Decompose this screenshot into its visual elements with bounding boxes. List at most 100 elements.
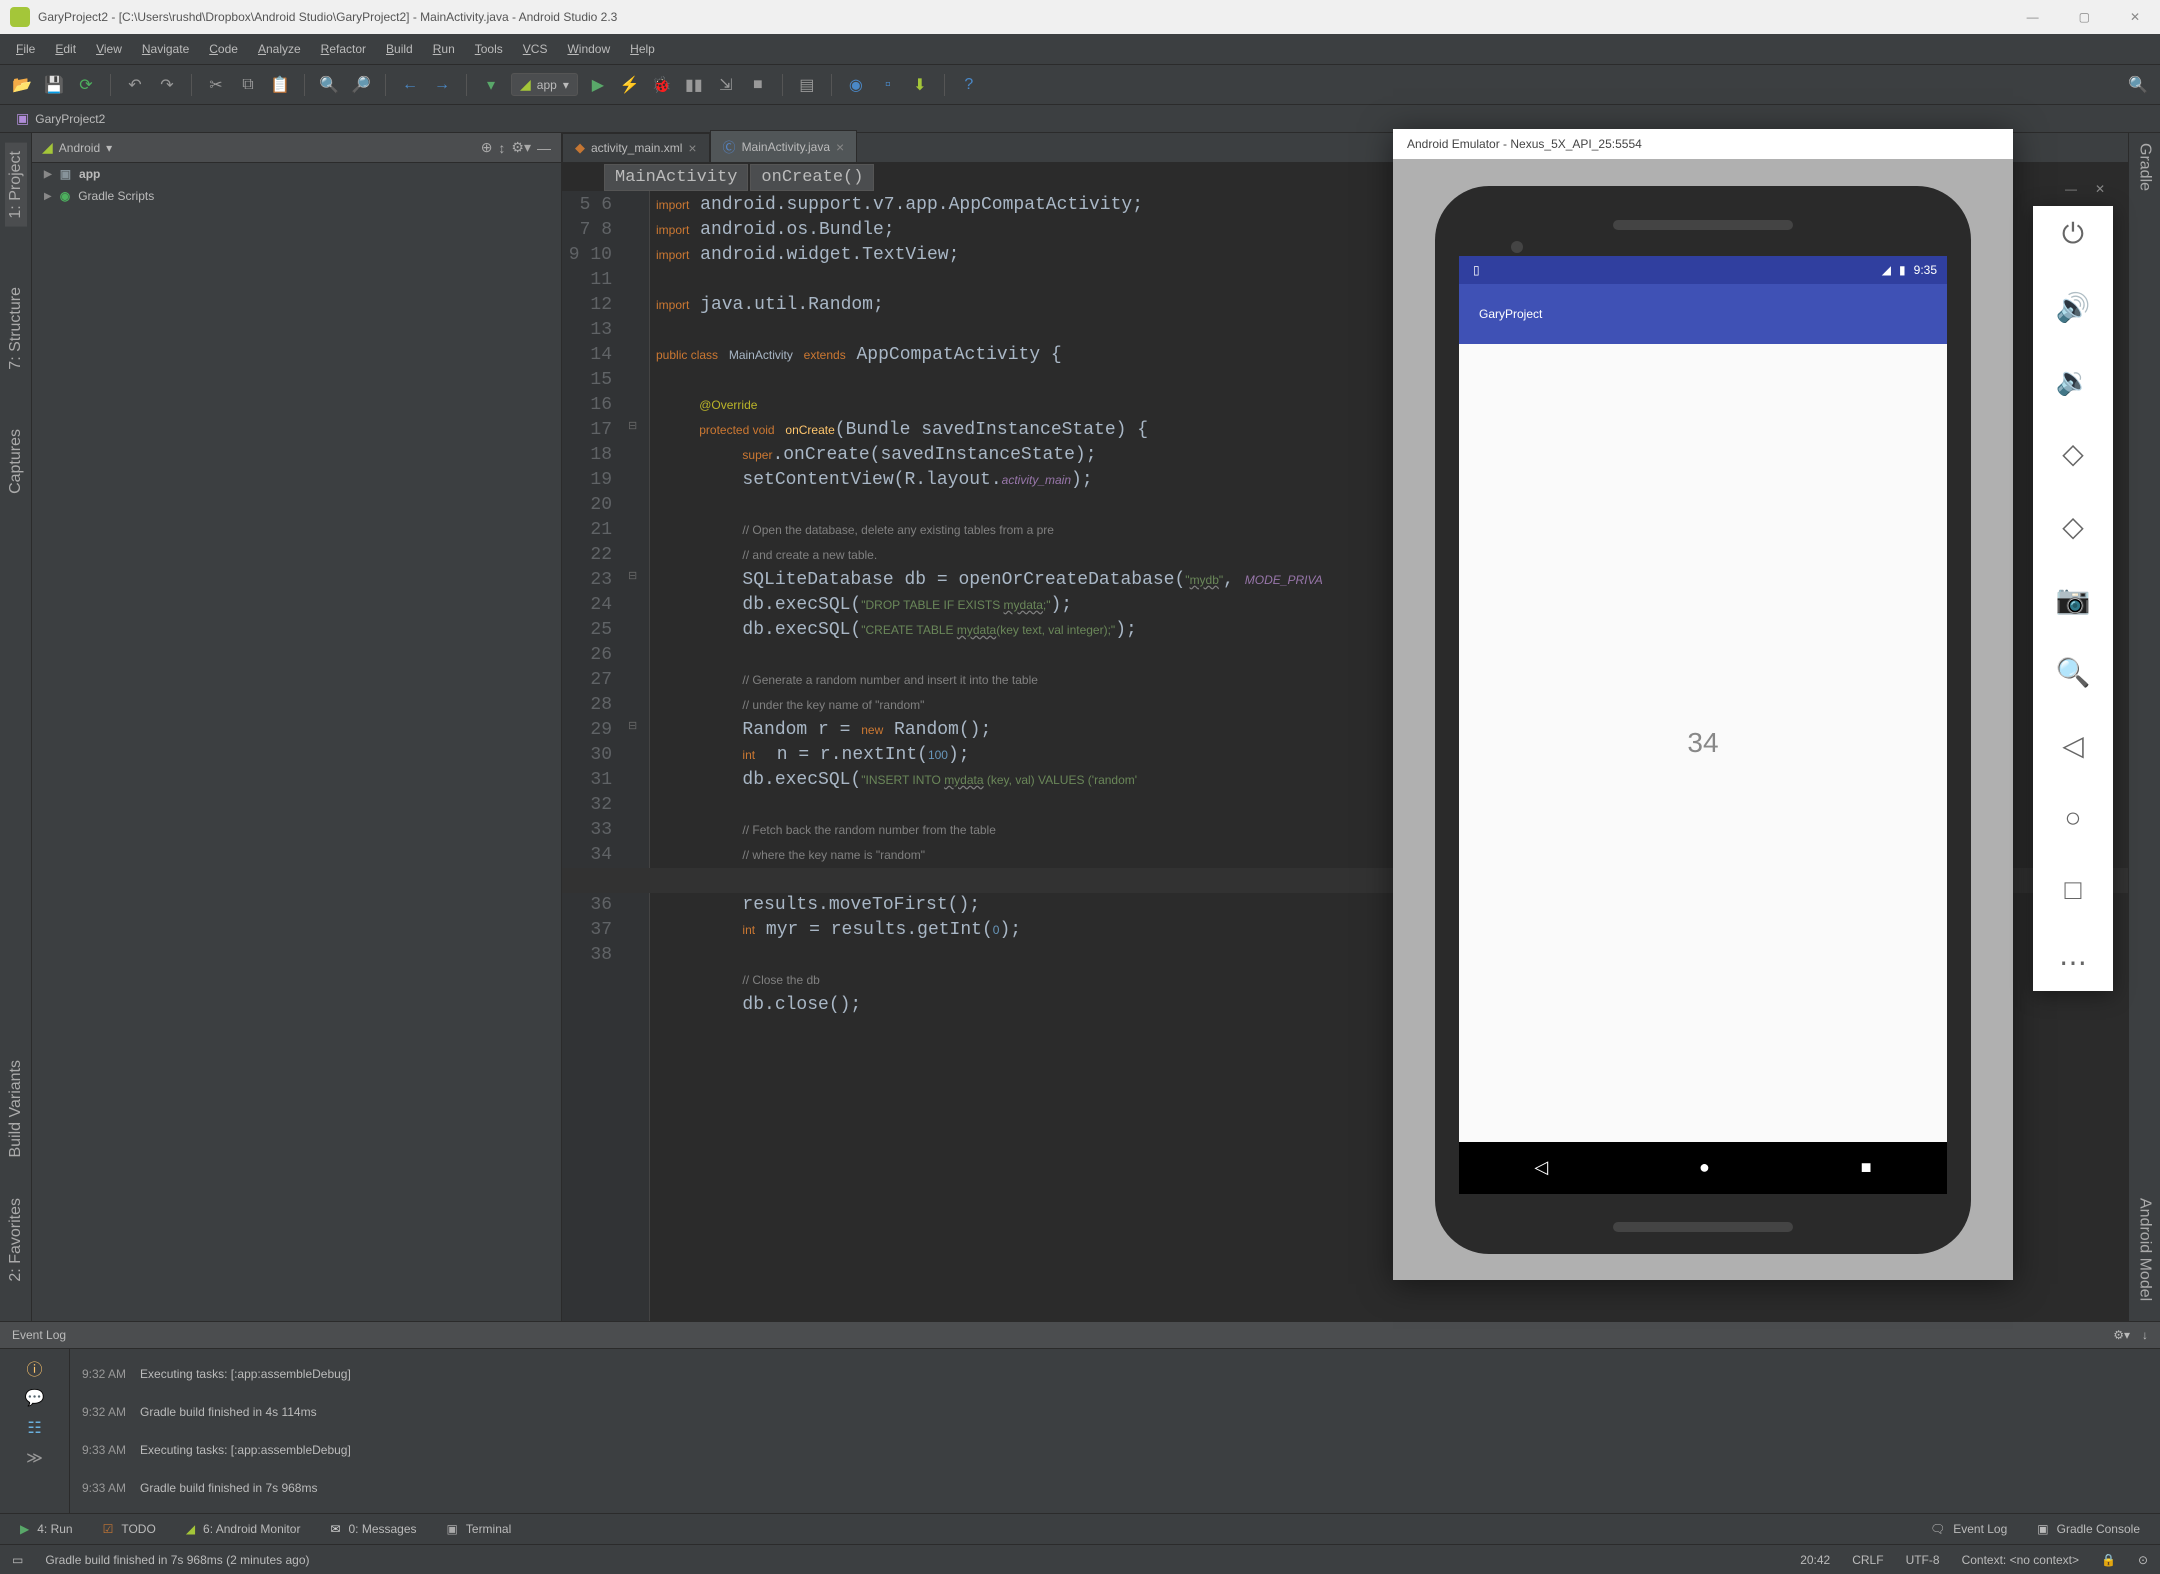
hide-icon[interactable]: — [537, 140, 551, 156]
search-everywhere-icon[interactable]: 🔍 [2126, 73, 2150, 97]
tool-favorites[interactable]: 2: Favorites [7, 1198, 25, 1282]
collapse-icon[interactable]: ↕ [498, 140, 505, 156]
open-icon[interactable]: 📂 [10, 73, 34, 97]
filter-icon[interactable]: ☷ [22, 1415, 48, 1441]
status-icon[interactable]: ▭ [12, 1553, 23, 1567]
replace-icon[interactable]: 🔎 [349, 73, 373, 97]
menu-vcs[interactable]: VCS [515, 38, 556, 60]
redo-icon[interactable]: ↷ [155, 73, 179, 97]
avd-manager-icon[interactable]: ◉ [844, 73, 868, 97]
project-view-label[interactable]: Android [59, 141, 100, 155]
power-icon[interactable]: ⏻ [2053, 218, 2093, 251]
crumb-method[interactable]: onCreate() [750, 164, 874, 191]
sync-icon[interactable]: ⟳ [74, 73, 98, 97]
volume-down-icon[interactable]: 🔉 [2053, 364, 2093, 397]
menu-run[interactable]: Run [425, 38, 463, 60]
sdk-manager-icon[interactable]: ▫ [876, 73, 900, 97]
tool-todo[interactable]: ☑TODO [103, 1522, 156, 1536]
maximize-button[interactable]: ▢ [2079, 10, 2090, 24]
apply-changes-icon[interactable]: ⚡ [618, 73, 642, 97]
tree-item-gradle-scripts[interactable]: ▶ ◉ Gradle Scripts [32, 185, 561, 207]
menu-refactor[interactable]: Refactor [313, 38, 374, 60]
tool-messages[interactable]: ✉0: Messages [330, 1522, 416, 1536]
volume-up-icon[interactable]: 🔊 [2053, 291, 2093, 324]
profile-icon[interactable]: ▮▮ [682, 73, 706, 97]
tool-eventlog[interactable]: 🗨Event Log [1930, 1522, 2007, 1536]
undo-icon[interactable]: ↶ [123, 73, 147, 97]
close-button[interactable]: ✕ [2130, 10, 2140, 24]
paste-icon[interactable]: 📋 [268, 73, 292, 97]
emulator-titlebar[interactable]: Android Emulator - Nexus_5X_API_25:5554 [1393, 129, 2013, 159]
context[interactable]: Context: <no context> [1962, 1553, 2079, 1567]
help-icon[interactable]: ? [957, 73, 981, 97]
clear-icon[interactable]: ≫ [22, 1445, 48, 1471]
more-icon[interactable]: ⋯ [2053, 946, 2093, 979]
run-button[interactable]: ▶ [586, 73, 610, 97]
emu-minimize[interactable]: — [2065, 182, 2077, 200]
back-icon[interactable]: ← [398, 73, 422, 97]
settings-icon[interactable]: ⚙▾ [511, 139, 531, 156]
cut-icon[interactable]: ✂ [204, 73, 228, 97]
tool-build-variants[interactable]: Build Variants [7, 1060, 25, 1158]
back-icon[interactable]: ◁ [2053, 729, 2093, 762]
memory-icon[interactable]: ⊙ [2138, 1553, 2148, 1567]
copy-icon[interactable]: ⧉ [236, 73, 260, 97]
lock-icon[interactable]: 🔒 [2101, 1553, 2116, 1567]
tool-captures[interactable]: Captures [7, 429, 25, 494]
make-icon[interactable]: ▾ [479, 73, 503, 97]
back-button[interactable]: ◁ [1534, 1157, 1548, 1178]
close-icon[interactable]: × [688, 140, 696, 156]
tool-android-model[interactable]: Android Model [2136, 1198, 2154, 1301]
save-icon[interactable]: 💾 [42, 73, 66, 97]
hide-icon[interactable]: ↓ [2142, 1328, 2148, 1342]
line-sep[interactable]: CRLF [1852, 1553, 1883, 1567]
debug-button[interactable]: 🐞 [650, 73, 674, 97]
phone-screen[interactable]: ▯ ◢ ▮ 9:35 GaryProject 34 ◁ ● ■ [1459, 256, 1947, 1194]
overview-icon[interactable]: □ [2053, 874, 2093, 906]
run-config-dropdown[interactable]: ◢ app ▾ [511, 73, 578, 96]
tool-gradle-console[interactable]: ▣Gradle Console [2037, 1522, 2140, 1536]
info-icon[interactable]: ⓘ [22, 1355, 48, 1381]
tool-android-monitor[interactable]: ◢6: Android Monitor [186, 1522, 301, 1536]
fold-icon[interactable]: ⊟ [628, 569, 637, 582]
menu-view[interactable]: View [88, 38, 130, 60]
crumb-class[interactable]: MainActivity [604, 164, 748, 191]
caret-position[interactable]: 20:42 [1800, 1553, 1830, 1567]
minimize-button[interactable]: — [2027, 10, 2039, 24]
encoding[interactable]: UTF-8 [1906, 1553, 1940, 1567]
menu-help[interactable]: Help [622, 38, 663, 60]
menu-build[interactable]: Build [378, 38, 421, 60]
screenshot-icon[interactable]: 📷 [2053, 583, 2093, 616]
find-icon[interactable]: 🔍 [317, 73, 341, 97]
tab-activity-main[interactable]: ◆ activity_main.xml × [562, 133, 710, 162]
tab-mainactivity[interactable]: Ⓒ MainActivity.java × [710, 130, 858, 162]
home-icon[interactable]: ○ [2053, 802, 2093, 834]
fold-icon[interactable]: ⊟ [628, 719, 637, 732]
home-button[interactable]: ● [1699, 1157, 1710, 1178]
stop-icon[interactable]: ■ [746, 73, 770, 97]
tool-terminal[interactable]: ▣Terminal [447, 1522, 512, 1536]
android-profiler-icon[interactable]: ⬇ [908, 73, 932, 97]
layout-inspector-icon[interactable]: ▤ [795, 73, 819, 97]
tool-run[interactable]: ▶4: Run [20, 1522, 73, 1536]
close-icon[interactable]: × [836, 139, 844, 155]
tool-structure[interactable]: 7: Structure [7, 287, 25, 370]
attach-debugger-icon[interactable]: ⇲ [714, 73, 738, 97]
target-icon[interactable]: ⊕ [481, 139, 493, 156]
fold-icon[interactable]: ⊟ [628, 419, 637, 432]
forward-icon[interactable]: → [430, 73, 454, 97]
dropdown-icon[interactable]: ▾ [106, 141, 112, 155]
tool-project[interactable]: 1: Project [5, 143, 27, 227]
rotate-left-icon[interactable]: ◇ [2053, 437, 2093, 470]
menu-edit[interactable]: Edit [47, 38, 84, 60]
menu-analyze[interactable]: Analyze [250, 38, 309, 60]
menu-window[interactable]: Window [559, 38, 618, 60]
zoom-icon[interactable]: 🔍 [2053, 656, 2093, 689]
menu-file[interactable]: File [8, 38, 43, 60]
overview-button[interactable]: ■ [1861, 1157, 1872, 1178]
rotate-right-icon[interactable]: ◇ [2053, 510, 2093, 543]
settings-icon[interactable]: ⚙▾ [2113, 1328, 2130, 1342]
tree-item-app[interactable]: ▶ ▣ app [32, 163, 561, 185]
menu-tools[interactable]: Tools [467, 38, 511, 60]
tool-gradle[interactable]: Gradle [2136, 143, 2154, 191]
